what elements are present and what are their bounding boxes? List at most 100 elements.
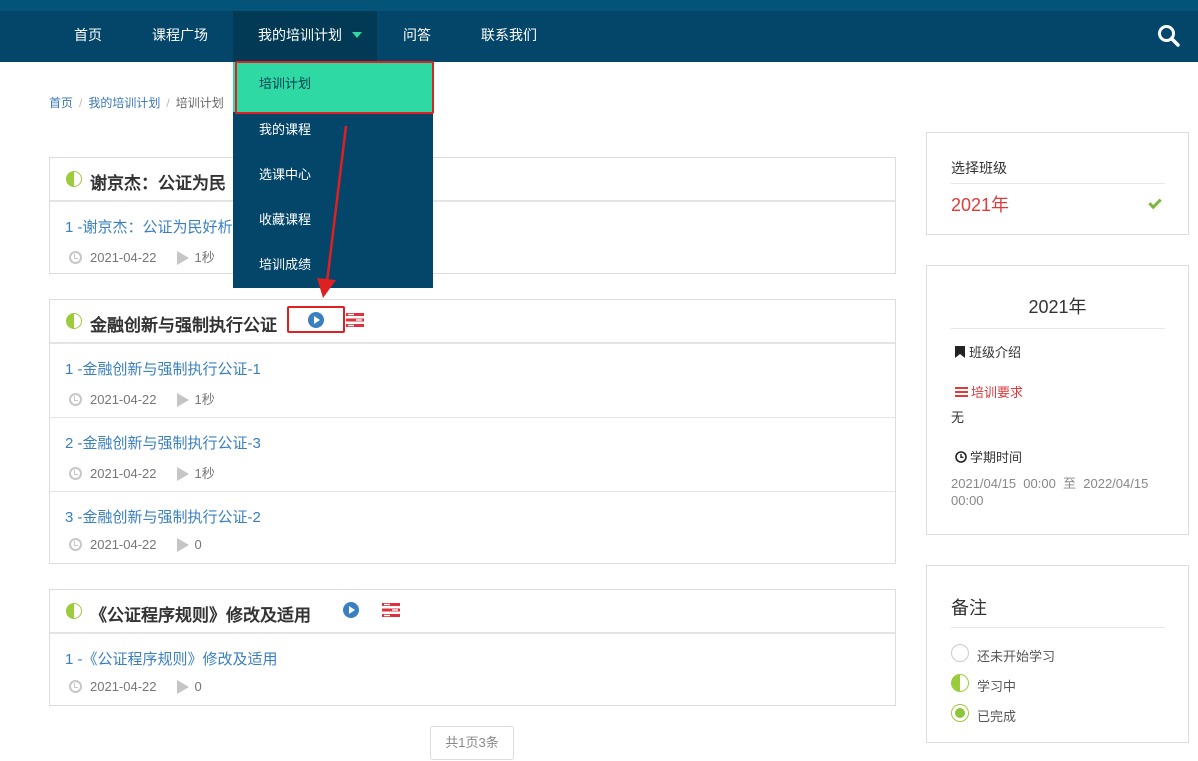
course-panel: 《公证程序规则》修改及适用 1 -《公证程序规则》修改及适用 2021-04-2… [49, 589, 896, 706]
breadcrumb-separator: / [166, 96, 170, 110]
dropdown-item-training-plan[interactable]: 培训计划 [233, 62, 433, 112]
training-requirement-row[interactable]: 培训要求 [955, 382, 1023, 401]
class-intro-row[interactable]: 班级介绍 [955, 342, 1021, 361]
clock-icon [69, 680, 82, 693]
term-time-label: 学期时间 [970, 450, 1023, 465]
play-circle-icon[interactable] [343, 602, 359, 618]
lesson-duration: 0 [194, 537, 202, 552]
in-progress-icon [66, 603, 82, 619]
play-triangle-icon [176, 393, 189, 407]
course-panel: 金融创新与强制执行公证 1 -金融创新与强制执行公证-1 2021-04-22 1… [49, 299, 896, 564]
course-header: 谢京杰：公证为民 [50, 158, 895, 201]
breadcrumb-current: 培训计划 [175, 96, 224, 110]
lesson-meta: 2021-04-22 0 [69, 537, 202, 552]
legend-title: 备注 [951, 598, 987, 618]
divider [951, 183, 1165, 184]
lesson-link[interactable]: 1 -谢京杰：公证为民好析 [65, 216, 233, 237]
course-header: 金融创新与强制执行公证 [50, 300, 895, 343]
breadcrumb-home[interactable]: 首页 [49, 96, 73, 110]
legend-completed: 已完成 [951, 704, 1151, 724]
class-select-label: 选择班级 [951, 160, 1007, 176]
not-started-icon [951, 644, 969, 662]
nav-my-training-plan[interactable]: 我的培训计划 [233, 11, 377, 62]
pagination-info[interactable]: 共1页3条 [430, 726, 514, 760]
completed-icon [951, 704, 969, 722]
legend-label: 还未开始学习 [977, 649, 1056, 664]
legend-label: 已完成 [977, 709, 1017, 724]
lesson-link[interactable]: 3 -金融创新与强制执行公证-2 [65, 506, 261, 527]
lesson-date: 2021-04-22 [90, 679, 157, 694]
lesson-duration: 1秒 [194, 250, 215, 265]
nav-qa[interactable]: 问答 [403, 11, 431, 62]
in-progress-icon [951, 674, 969, 692]
lesson-row: 2 -金融创新与强制执行公证-3 2021-04-22 1秒 [50, 417, 895, 491]
lesson-row: 1 -谢京杰：公证为民好析 2021-04-22 1秒 [50, 201, 895, 275]
lesson-date: 2021-04-22 [90, 392, 157, 407]
lesson-meta: 2021-04-22 0 [69, 679, 202, 694]
class-select-card: 选择班级 2021年 [926, 132, 1189, 235]
list-icon[interactable] [382, 603, 400, 617]
lesson-link[interactable]: 2 -金融创新与强制执行公证-3 [65, 432, 261, 453]
list-icon [955, 387, 968, 397]
legend-in-progress: 学习中 [951, 674, 1151, 694]
lesson-duration: 1秒 [194, 466, 215, 481]
main-navbar: 首页 课程广场 我的培训计划 问答 联系我们 [0, 11, 1198, 62]
class-info-title: 2021年 [1028, 297, 1087, 317]
lesson-meta: 2021-04-22 1秒 [69, 247, 215, 266]
play-triangle-icon [176, 251, 189, 265]
clock-icon [69, 538, 82, 551]
course-title: 谢京杰：公证为民 [90, 174, 226, 193]
nav-home[interactable]: 首页 [74, 11, 102, 62]
lesson-duration: 0 [194, 679, 202, 694]
class-select-value[interactable]: 2021年 [951, 191, 1009, 217]
lesson-date: 2021-04-22 [90, 466, 157, 481]
course-header: 《公证程序规则》修改及适用 [50, 590, 895, 633]
course-title: 金融创新与强制执行公证 [90, 316, 277, 335]
caret-down-icon [352, 32, 362, 39]
term-time-value: 2021/04/15 00:00 至 2022/04/15 [951, 476, 1149, 491]
training-requirement-value: 无 [951, 410, 965, 425]
course-panel: 谢京杰：公证为民 1 -谢京杰：公证为民好析 2021-04-22 1秒 [49, 157, 896, 274]
list-icon[interactable] [346, 313, 364, 327]
breadcrumb: 首页 / 我的培训计划 / 培训计划 [49, 94, 224, 111]
top-strip [0, 0, 1198, 11]
divider [951, 627, 1165, 628]
divider [951, 328, 1165, 329]
lesson-meta: 2021-04-22 1秒 [69, 389, 215, 408]
class-info-card: 2021年 班级介绍 培训要求 无 学期时间 2021/04/15 00:00 … [926, 265, 1189, 535]
search-icon[interactable] [1156, 23, 1182, 49]
breadcrumb-my-training-plan[interactable]: 我的培训计划 [88, 96, 160, 110]
legend-not-started: 还未开始学习 [951, 644, 1151, 664]
bookmark-icon [955, 346, 965, 358]
legend-card: 备注 还未开始学习 学习中 已完成 [926, 565, 1189, 743]
legend-label: 学习中 [977, 679, 1017, 694]
clock-icon [955, 451, 967, 463]
nav-contact-us[interactable]: 联系我们 [481, 11, 537, 62]
clock-icon [69, 251, 82, 264]
clock-icon [69, 467, 82, 480]
in-progress-icon [66, 171, 82, 187]
training-requirement-label: 培训要求 [971, 385, 1024, 400]
lesson-link[interactable]: 1 -金融创新与强制执行公证-1 [65, 358, 261, 379]
nav-my-training-plan-label: 我的培训计划 [258, 27, 342, 43]
lesson-date: 2021-04-22 [90, 250, 157, 265]
in-progress-icon [66, 313, 82, 329]
play-circle-icon[interactable] [308, 312, 324, 328]
play-triangle-icon [176, 467, 189, 481]
lesson-meta: 2021-04-22 1秒 [69, 463, 215, 482]
lesson-date: 2021-04-22 [90, 537, 157, 552]
lesson-duration: 1秒 [194, 392, 215, 407]
play-triangle-icon [176, 538, 189, 552]
term-time-value-cont: 00:00 [951, 493, 984, 508]
lesson-row: 3 -金融创新与强制执行公证-2 2021-04-22 0 [50, 491, 895, 565]
lesson-row: 1 -《公证程序规则》修改及适用 2021-04-22 0 [50, 633, 895, 707]
nav-course-square[interactable]: 课程广场 [152, 11, 208, 62]
term-time-row: 学期时间 [955, 447, 1022, 466]
check-icon [1148, 195, 1162, 210]
lesson-row: 1 -金融创新与强制执行公证-1 2021-04-22 1秒 [50, 343, 895, 417]
class-intro-label: 班级介绍 [969, 345, 1022, 360]
lesson-link[interactable]: 1 -《公证程序规则》修改及适用 [65, 648, 278, 669]
annotation-arrow [317, 125, 348, 298]
play-triangle-icon [176, 680, 189, 694]
course-title: 《公证程序规则》修改及适用 [90, 606, 311, 625]
